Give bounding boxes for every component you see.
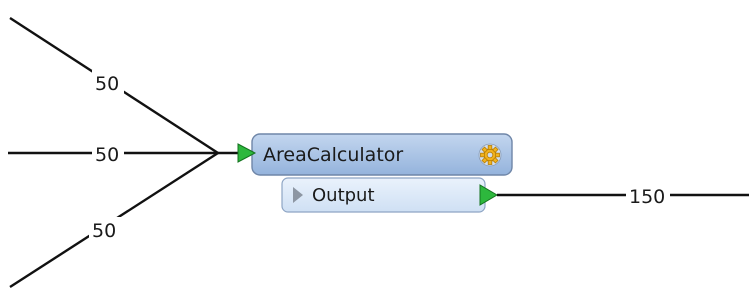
transformer-areacalculator[interactable]: AreaCalculator [237,133,513,176]
transformer-title: AreaCalculator [263,144,403,166]
connection-input-middle[interactable]: 50 [8,142,218,166]
feature-count-label: 50 [95,73,119,95]
connection-input-bottom[interactable]: 50 [9,151,219,289]
gear-icon[interactable] [478,143,502,167]
feature-count-label: 50 [95,144,119,166]
output-port-arrow-icon[interactable] [479,184,498,206]
connection-input-top[interactable]: 50 [9,16,219,155]
workspace-canvas[interactable]: 50 50 50 AreaCalculator Output 150 [0,0,749,289]
output-port-label: Output [312,185,375,206]
output-port[interactable]: Output [281,177,498,213]
feature-count-label: 50 [92,220,116,242]
connection-output[interactable]: 150 [497,183,749,208]
feature-count-label: 150 [629,186,665,208]
